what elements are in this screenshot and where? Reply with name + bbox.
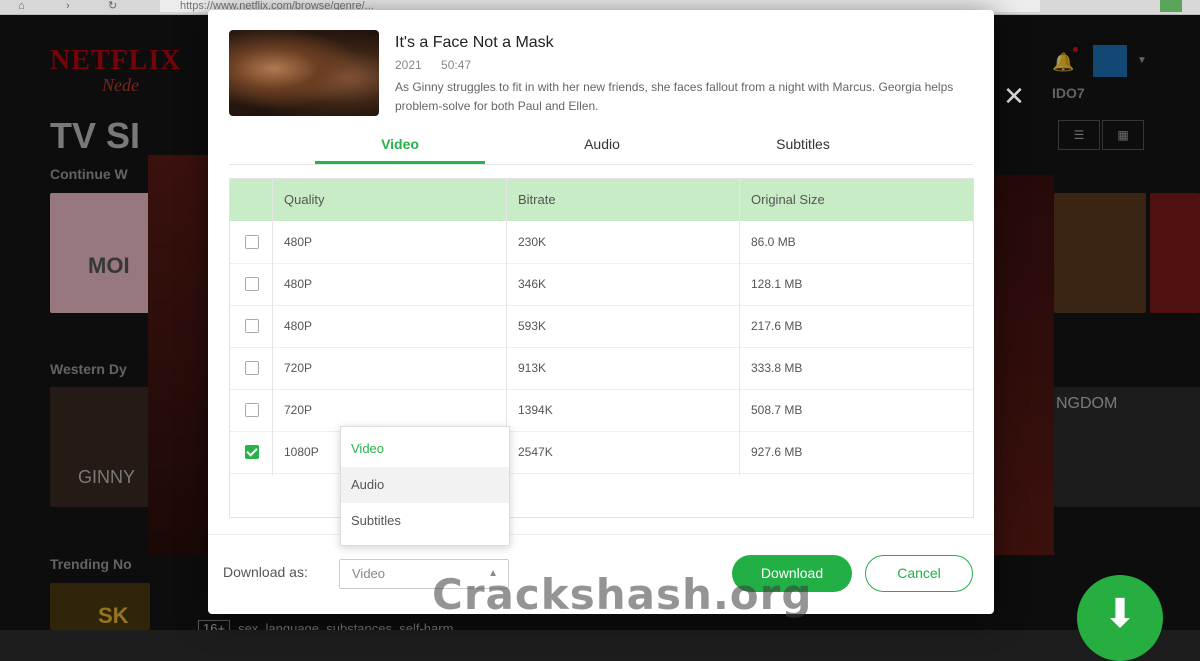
row-checkbox[interactable] (245, 319, 259, 333)
forward-arrow-icon[interactable]: › (66, 0, 70, 12)
cell-quality: 1080P (284, 445, 319, 459)
cell-bitrate: 346K (518, 277, 547, 291)
table-header: Quality Bitrate Original Size (230, 179, 973, 221)
tab-subtitles[interactable]: Subtitles (718, 130, 888, 164)
close-icon[interactable]: ✕ (998, 80, 1030, 112)
row-checkbox[interactable] (245, 445, 259, 459)
episode-year: 2021 (395, 58, 422, 72)
cell-size: 128.1 MB (751, 277, 803, 291)
back-arrow-icon[interactable]: ⌂ (18, 0, 25, 12)
table-row[interactable]: 720P 913K 333.8 MB (230, 347, 973, 390)
cell-size: 508.7 MB (751, 403, 803, 417)
reload-icon[interactable]: ↻ (108, 0, 117, 12)
cell-quality: 480P (284, 235, 313, 249)
episode-duration: 50:47 (441, 58, 472, 72)
cell-bitrate: 913K (518, 361, 547, 375)
episode-meta: 2021 50:47 (395, 58, 487, 72)
table-row[interactable]: 480P 346K 128.1 MB (230, 263, 973, 306)
cell-size: 217.6 MB (751, 319, 803, 333)
select-value: Video (352, 566, 386, 581)
header-bitrate: Bitrate (518, 192, 556, 207)
tab-video[interactable]: Video (315, 130, 485, 164)
menu-item-audio[interactable]: Audio (341, 467, 509, 503)
cell-bitrate: 593K (518, 319, 547, 333)
cell-bitrate: 230K (518, 235, 547, 249)
extension-icon[interactable] (1160, 0, 1182, 12)
row-checkbox[interactable] (245, 277, 259, 291)
cell-quality: 480P (284, 319, 313, 333)
download-arrow-icon: ⬇ (1103, 592, 1137, 636)
download-fab[interactable]: ⬇ (1077, 575, 1163, 661)
row-checkbox[interactable] (245, 361, 259, 375)
row-checkbox[interactable] (245, 403, 259, 417)
cell-size: 333.8 MB (751, 361, 803, 375)
column-divider (739, 179, 740, 476)
episode-title: It's a Face Not a Mask (395, 34, 554, 51)
menu-item-subtitles[interactable]: Subtitles (341, 503, 509, 539)
cell-quality: 720P (284, 361, 313, 375)
cell-bitrate: 2547K (518, 445, 553, 459)
table-row[interactable]: 480P 230K 86.0 MB (230, 221, 973, 264)
cell-size: 927.6 MB (751, 445, 803, 459)
table-row[interactable]: 480P 593K 217.6 MB (230, 305, 973, 348)
tab-audio[interactable]: Audio (517, 130, 687, 164)
download-type-menu: Video Audio Subtitles (340, 426, 510, 546)
cancel-button[interactable]: Cancel (865, 555, 973, 592)
cell-quality: 720P (284, 403, 313, 417)
row-checkbox[interactable] (245, 235, 259, 249)
download-options-dialog: It's a Face Not a Mask 2021 50:47 As Gin… (208, 10, 994, 614)
header-quality: Quality (284, 192, 325, 207)
episode-description: As Ginny struggles to fit in with her ne… (395, 80, 954, 113)
header-size: Original Size (751, 192, 825, 207)
cell-size: 86.0 MB (751, 235, 796, 249)
episode-thumbnail (229, 30, 379, 116)
menu-item-video[interactable]: Video (341, 431, 509, 467)
cell-quality: 480P (284, 277, 313, 291)
watermark: Crackshash.org (432, 570, 813, 619)
column-divider (272, 179, 273, 476)
download-as-label: Download as: (223, 564, 308, 580)
footer-divider (208, 534, 994, 535)
tab-bar: Video Audio Subtitles (229, 130, 973, 165)
cell-bitrate: 1394K (518, 403, 553, 417)
